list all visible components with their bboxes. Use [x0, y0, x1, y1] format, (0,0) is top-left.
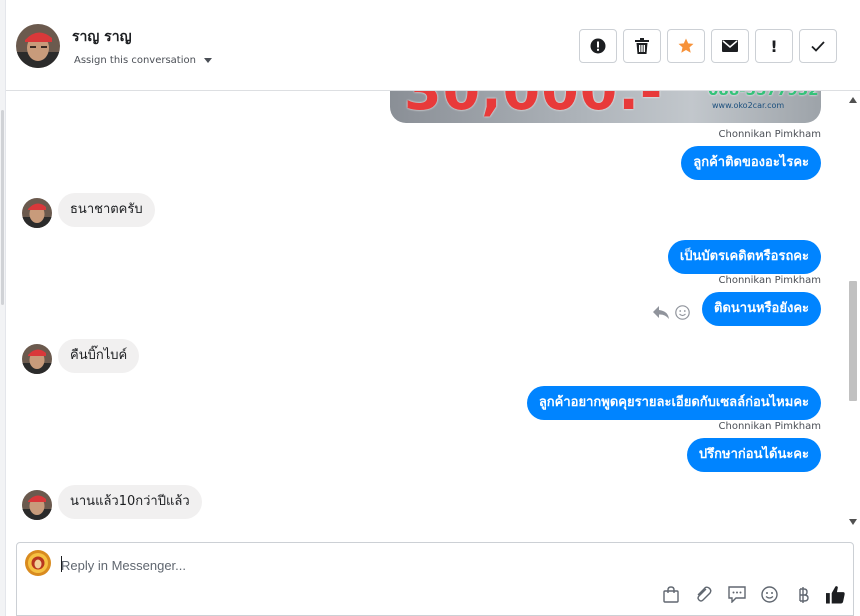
conversation-header: ราญ ราญ Assign this conversation !	[6, 0, 860, 91]
ad-image-attachment[interactable]: 30,000.- 088-5577932 www.oko2car.com	[390, 91, 821, 123]
contact-name[interactable]: ราญ ราญ	[72, 26, 132, 48]
incoming-message[interactable]: นานแล้ว10กว่าปีแล้ว	[58, 485, 202, 519]
envelope-icon	[722, 40, 738, 52]
delete-button[interactable]	[623, 29, 661, 63]
thumbs-up-icon[interactable]	[826, 585, 845, 604]
sender-label: Chonnikan Pimkham	[718, 275, 821, 286]
outgoing-message[interactable]: เป็นบัตรเคดิตหรือรถคะ	[667, 240, 821, 274]
contact-message-avatar[interactable]	[22, 490, 52, 520]
outgoing-message[interactable]: ลูกค้าติดของอะไรคะ	[681, 146, 821, 180]
contact-avatar[interactable]	[16, 24, 60, 68]
check-icon	[811, 40, 825, 52]
messenger-inbox-conversation: ราญ ราญ Assign this conversation ! www.o…	[0, 0, 860, 616]
left-scrollbar-thumb[interactable]	[1, 110, 4, 305]
ad-website: www.oko2car.com	[712, 101, 785, 110]
mark-unread-button[interactable]	[711, 29, 749, 63]
sender-label: Chonnikan Pimkham	[718, 129, 821, 140]
ad-phone: 088-5577932	[708, 91, 819, 99]
incoming-message[interactable]: คืนบิ๊กไบค์	[58, 339, 140, 373]
mark-done-button[interactable]	[799, 29, 837, 63]
ad-headline: 30,000.-	[404, 91, 663, 122]
outgoing-message[interactable]: ลูกค้าอยากพูดคุยรายละเอียดกับเซลล์ก่อนไห…	[526, 386, 821, 420]
emoji-icon[interactable]	[760, 585, 779, 604]
trash-icon	[635, 38, 649, 54]
reply-icon[interactable]	[653, 305, 669, 320]
message-hover-actions	[653, 305, 690, 320]
scroll-up-arrow-icon[interactable]	[849, 97, 857, 103]
composer-tools	[661, 585, 845, 604]
assign-label: Assign this conversation	[74, 55, 196, 66]
message-composer	[16, 542, 854, 616]
thread-scrollbar-thumb[interactable]	[849, 281, 857, 401]
contact-message-avatar[interactable]	[22, 344, 52, 374]
reply-input[interactable]	[61, 555, 561, 575]
outgoing-message[interactable]: ติดนานหรือยังคะ	[702, 292, 821, 326]
paperclip-icon[interactable]	[694, 585, 713, 604]
thread-scrollbar[interactable]	[846, 91, 860, 533]
react-emoji-icon[interactable]	[675, 305, 690, 320]
contact-message-avatar[interactable]	[22, 198, 52, 228]
incoming-message[interactable]: ธนาชาตครับ	[58, 193, 155, 227]
exclamation-icon: !	[770, 36, 778, 56]
shopping-bag-icon[interactable]	[661, 585, 680, 604]
saved-reply-icon[interactable]	[727, 585, 746, 604]
star-button[interactable]	[667, 29, 705, 63]
star-icon	[678, 38, 694, 53]
sender-label: Chonnikan Pimkham	[718, 421, 821, 432]
message-thread[interactable]: 30,000.- 088-5577932 www.oko2car.com Cho…	[6, 91, 846, 533]
follow-up-button[interactable]: !	[755, 29, 793, 63]
text-cursor	[61, 556, 62, 572]
caret-down-icon	[203, 58, 212, 63]
conversation-actions: !	[579, 29, 837, 63]
assign-conversation-dropdown[interactable]: Assign this conversation	[74, 55, 212, 66]
outgoing-message[interactable]: ปรึกษาก่อนได้นะคะ	[686, 438, 821, 472]
baht-payment-icon[interactable]	[793, 585, 812, 604]
page-avatar	[25, 550, 51, 576]
alert-circle-icon	[590, 38, 606, 54]
mark-spam-button[interactable]	[579, 29, 617, 63]
scroll-down-arrow-icon[interactable]	[849, 519, 857, 525]
